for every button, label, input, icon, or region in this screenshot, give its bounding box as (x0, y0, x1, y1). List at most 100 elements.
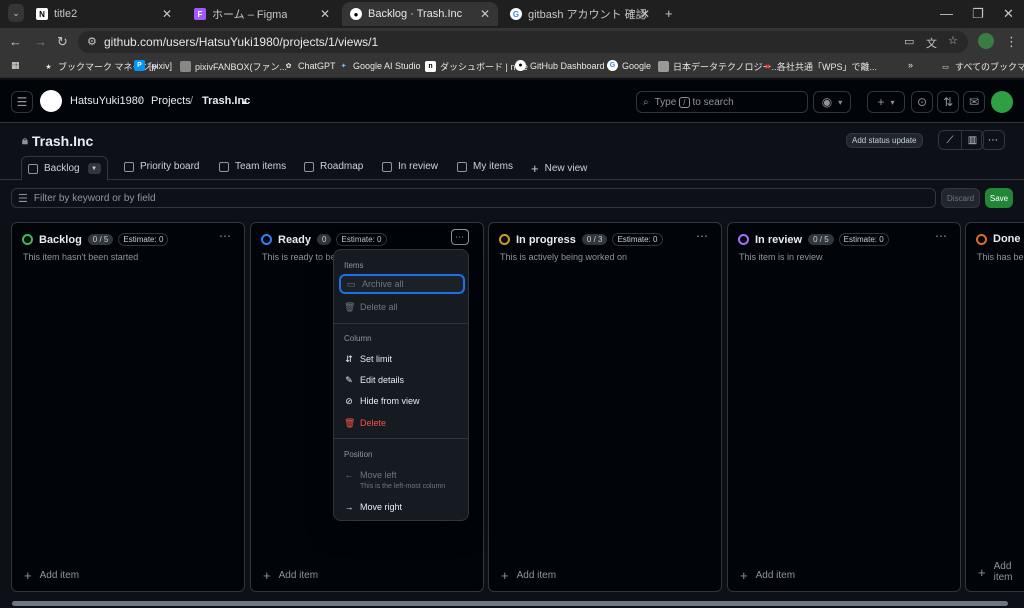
side-panel-icon[interactable]: ▥ (961, 131, 983, 149)
table-icon (219, 161, 229, 172)
column-header: Backlog 0 / 5 Estimate: 0 (22, 233, 169, 246)
bookmark-fanbox[interactable]: pixivFANBOX(ファン... (180, 60, 287, 73)
add-item-button[interactable]: + Add item (24, 568, 79, 583)
add-item-button[interactable]: + Add item (263, 568, 318, 583)
edit-details-menu-item[interactable]: ✎ Edit details (339, 370, 465, 390)
google-icon: G (510, 8, 522, 20)
scrollbar-thumb[interactable] (12, 601, 1008, 606)
tab-team-items[interactable]: Team items (219, 161, 286, 172)
browser-tab-figma[interactable]: F ホーム – Figma ✕ (186, 2, 338, 26)
close-icon[interactable]: ✕ (480, 7, 490, 21)
user-avatar[interactable] (991, 91, 1013, 113)
view-options-chevron-icon[interactable]: ▼ (87, 163, 101, 174)
profile-avatar[interactable] (978, 33, 994, 49)
add-status-update-button[interactable]: Add status update (846, 133, 923, 148)
filter-input[interactable]: ☰ Filter by keyword or by field (11, 188, 936, 208)
browser-tab-google[interactable]: G gitbash アカウント 確認 - Google ✕ (502, 2, 658, 26)
tab-backlog[interactable]: Backlog ▼ (21, 156, 108, 181)
copilot-icon: ◉ (821, 95, 833, 109)
project-menu-group: ⋯ (981, 130, 1005, 150)
inbox-icon[interactable]: ✉ (963, 91, 985, 113)
bookmark-chatgpt[interactable]: ✿ ChatGPT (283, 60, 336, 71)
restore-icon[interactable]: ❐ (972, 6, 984, 22)
wps-icon: ✖ (764, 63, 771, 71)
chevron-down-icon: ▾ (838, 97, 843, 107)
board-icon (124, 161, 134, 172)
estimate-badge: Estimate: 0 (612, 233, 663, 246)
cast-icon[interactable]: ▭ (904, 35, 914, 48)
bookmark-pixiv[interactable]: P [pixiv] (134, 60, 172, 71)
github-logo-icon[interactable] (40, 90, 62, 112)
bookmark-note[interactable]: n ダッシュボード | note (425, 60, 528, 73)
trash-icon: 🗑︎ (344, 417, 356, 428)
close-icon[interactable]: ✕ (320, 7, 330, 21)
horizontal-scrollbar[interactable] (0, 598, 1024, 608)
status-circle-icon (738, 234, 749, 245)
hamburger-icon[interactable]: ☰ (11, 91, 33, 113)
tab-roadmap[interactable]: Roadmap (304, 161, 363, 172)
breadcrumb-owner[interactable]: HatsuYuki1980 (70, 95, 144, 107)
delete-all-menu-item[interactable]: 🗑︎ Delete all (339, 297, 465, 317)
save-button[interactable]: Save (985, 188, 1013, 208)
bookmark-google[interactable]: G Google (607, 60, 651, 71)
column-more-icon[interactable]: ⋯ (219, 229, 232, 243)
reload-icon[interactable]: ↻ (57, 34, 68, 50)
create-new-button[interactable]: + ▾ (867, 91, 905, 113)
issues-icon[interactable]: ⊙ (911, 91, 933, 113)
bookmark-ai-studio[interactable]: ✦ Google AI Studio (338, 60, 421, 71)
window-close-icon[interactable]: ✕ (1003, 6, 1014, 22)
move-right-menu-item[interactable]: → Move right (339, 497, 465, 517)
add-item-button[interactable]: + Add item (501, 568, 556, 583)
browser-menu-icon[interactable]: ⋮ (1005, 34, 1018, 50)
tab-priority-board[interactable]: Priority board (124, 161, 199, 172)
browser-tab-github[interactable]: ● Backlog · Trash.Inc ✕ (342, 2, 498, 26)
hide-from-view-menu-item[interactable]: ⊘ Hide from view (339, 391, 465, 411)
close-icon[interactable]: ✕ (640, 7, 650, 21)
more-icon[interactable]: ⋯ (982, 131, 1004, 149)
apps-icon[interactable]: ▦ (11, 60, 20, 71)
tab-new-view[interactable]: + New view (531, 161, 587, 176)
column-description: This item hasn't been started (23, 252, 139, 262)
all-bookmarks[interactable]: ▭すべてのブックマーク (940, 60, 1024, 73)
pixiv-icon: P (134, 60, 145, 71)
delete-column-menu-item[interactable]: 🗑︎ Delete (339, 413, 465, 433)
minimize-icon[interactable]: — (940, 6, 953, 21)
bookmark-github-dashboard[interactable]: ● GitHub Dashboard (515, 60, 605, 71)
discard-button[interactable]: Discard (941, 188, 980, 208)
new-tab-icon[interactable]: + (665, 6, 673, 21)
forward-icon[interactable]: → (34, 34, 47, 49)
archive-all-menu-item[interactable]: ▭ Archive all (339, 274, 465, 294)
column-header: Ready 0 Estimate: 0 (261, 233, 387, 246)
add-item-button[interactable]: + Add item (740, 568, 795, 583)
back-icon[interactable]: ← (9, 34, 22, 49)
more-bookmarks-icon[interactable]: » (908, 60, 913, 70)
estimate-badge: Estimate: 0 (838, 233, 889, 246)
column-more-icon[interactable]: ⋯ (451, 229, 469, 245)
column-more-icon[interactable]: ⋯ (935, 229, 948, 243)
insights-icon[interactable]: ⟋ (939, 131, 961, 149)
column-more-icon[interactable]: ⋯ (696, 229, 709, 243)
move-left-menu-item[interactable]: ← Move left (339, 465, 465, 485)
add-item-button[interactable]: + Add item (978, 561, 1024, 583)
bookmark-nihon-data[interactable]: 日本データテクノロジー... (658, 60, 779, 73)
column-context-menu: Items ▭ Archive all 🗑︎ Delete all Column ⇵… (333, 249, 469, 521)
tab-my-items[interactable]: My items (457, 161, 513, 172)
browser-tab-notion[interactable]: N title2 ✕ (28, 2, 180, 26)
url-field[interactable]: ⚙ github.com/users/HatsuYuki1980/project… (78, 31, 968, 53)
site-info-icon[interactable]: ⚙ (87, 35, 97, 48)
tab-search-icon[interactable]: ⌄ (8, 4, 24, 22)
translate-icon[interactable]: 文 (926, 35, 937, 51)
search-input[interactable]: ⌕ Type / to search (636, 91, 808, 113)
column-description: This is ready to be (262, 252, 336, 262)
bookmark-star-icon[interactable]: ☆ (948, 34, 958, 47)
breadcrumb-projects[interactable]: Projects (151, 95, 191, 107)
copilot-button[interactable]: ◉ ▾ (813, 91, 851, 113)
chevron-down-icon: ▾ (890, 97, 895, 107)
tab-in-review[interactable]: In review (382, 161, 438, 172)
pull-requests-icon[interactable]: ⇅ (937, 91, 959, 113)
status-circle-icon (22, 234, 33, 245)
address-bar: ← → ↻ ⚙ github.com/users/HatsuYuki1980/p… (0, 28, 1024, 56)
bookmark-wps[interactable]: ✖ 各社共通「WPS」で離... (762, 60, 877, 73)
close-icon[interactable]: ✕ (162, 7, 172, 21)
set-limit-menu-item[interactable]: ⇵ Set limit (339, 349, 465, 369)
